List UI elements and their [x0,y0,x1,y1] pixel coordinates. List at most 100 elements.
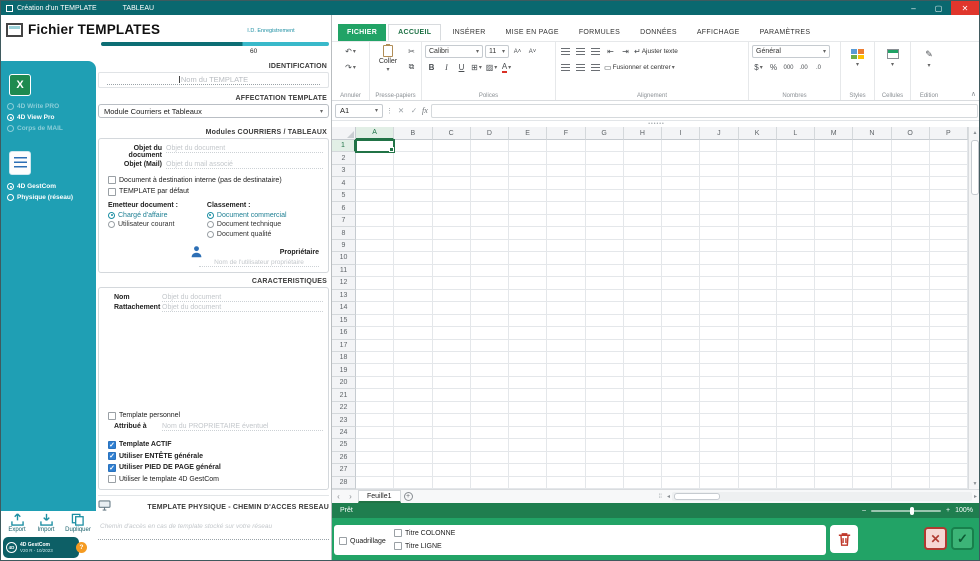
cell-E11[interactable] [509,264,548,278]
menu-tableau[interactable]: TABLEAU [123,5,154,12]
cell-G5[interactable] [585,189,624,203]
cell-H4[interactable] [623,177,662,190]
cell-K13[interactable] [738,289,777,303]
cell-C10[interactable] [432,252,471,265]
cell-L4[interactable] [776,177,815,190]
cell-C24[interactable] [432,426,471,440]
sheet-tab-feuille1[interactable]: Feuille1 [358,490,401,503]
cell-L15[interactable] [776,314,815,328]
column-header-c[interactable]: C [432,127,471,140]
decrease-indent-button[interactable]: ⇤ [604,45,617,58]
column-header-j[interactable]: J [700,127,739,140]
close-button[interactable]: ✕ [951,1,979,15]
cell-K12[interactable] [738,277,777,290]
cell-M17[interactable] [815,339,854,352]
zoom-slider[interactable] [871,506,941,515]
cell-A23[interactable] [356,414,395,427]
cell-H11[interactable] [623,264,662,278]
cell-I24[interactable] [662,426,701,440]
cell-I19[interactable] [662,364,701,377]
cell-O26[interactable] [891,451,930,465]
cell-P9[interactable] [929,239,968,253]
cell-J28[interactable] [700,476,739,490]
cell-G8[interactable] [585,227,624,240]
fill-color-button[interactable]: ▨ ▾ [485,61,498,74]
cell-D5[interactable] [470,189,509,203]
cell-D25[interactable] [470,439,509,452]
italic-button[interactable]: I [440,61,453,74]
row-header-23[interactable]: 23 [332,414,356,427]
cell-A26[interactable] [356,451,395,465]
cell-I3[interactable] [662,164,701,178]
cell-A13[interactable] [356,289,395,303]
copy-button[interactable]: ⧉ [405,60,418,73]
cell-F13[interactable] [547,289,586,303]
cell-B27[interactable] [394,464,433,477]
cell-E6[interactable] [509,202,548,215]
cell-P25[interactable] [929,439,968,452]
cell-F7[interactable] [547,214,586,228]
cell-P26[interactable] [929,451,968,465]
checkbox-pied-de-page[interactable]: ✓ Utiliser PIED DE PAGE général [108,463,323,472]
row-header-4[interactable]: 4 [332,177,356,190]
cell-A14[interactable] [356,302,395,315]
cell-E1[interactable] [509,140,548,153]
cell-D7[interactable] [470,214,509,228]
select-all-corner[interactable] [332,127,356,140]
cell-H28[interactable] [623,476,662,490]
confirm-entry-button[interactable]: ✓ [409,106,419,115]
cell-B18[interactable] [394,351,433,365]
cell-F6[interactable] [547,202,586,215]
cell-C13[interactable] [432,289,471,303]
cell-I21[interactable] [662,389,701,402]
cell-E4[interactable] [509,177,548,190]
cell-D20[interactable] [470,376,509,390]
cell-D27[interactable] [470,464,509,477]
cell-J27[interactable] [700,464,739,477]
cell-A27[interactable] [356,464,395,477]
decrease-decimal-button[interactable]: .0 [812,61,825,74]
cell-E26[interactable] [509,451,548,465]
column-header-b[interactable]: B [394,127,433,140]
cell-D2[interactable] [470,152,509,165]
bold-button[interactable]: B [425,61,438,74]
cell-P22[interactable] [929,401,968,415]
cell-J16[interactable] [700,327,739,340]
cell-G27[interactable] [585,464,624,477]
cell-A22[interactable] [356,401,395,415]
cell-H25[interactable] [623,439,662,452]
cell-P23[interactable] [929,414,968,427]
cell-H3[interactable] [623,164,662,178]
row-header-9[interactable]: 9 [332,239,356,253]
cell-F15[interactable] [547,314,586,328]
cell-D13[interactable] [470,289,509,303]
cell-N28[interactable] [853,476,892,490]
cell-C19[interactable] [432,364,471,377]
cell-E19[interactable] [509,364,548,377]
borders-button[interactable]: ⊞ ▾ [470,61,483,74]
cell-N26[interactable] [853,451,892,465]
cell-B13[interactable] [394,289,433,303]
cell-M6[interactable] [815,202,854,215]
cell-B24[interactable] [394,426,433,440]
cell-K27[interactable] [738,464,777,477]
export-button[interactable]: Export [4,513,30,533]
cell-F8[interactable] [547,227,586,240]
cell-L21[interactable] [776,389,815,402]
cell-O19[interactable] [891,364,930,377]
row-header-12[interactable]: 12 [332,277,356,290]
ribbon-tab-accueil[interactable]: ACCUEIL [388,24,442,41]
cell-A16[interactable] [356,327,395,340]
duplicate-button[interactable]: Dupliquer [62,513,94,533]
checkbox-template-actif[interactable]: ✓ Template ACTIF [108,440,323,449]
row-header-26[interactable]: 26 [332,451,356,465]
cell-A4[interactable] [356,177,395,190]
cell-C8[interactable] [432,227,471,240]
column-header-k[interactable]: K [738,127,777,140]
cell-F9[interactable] [547,239,586,253]
cell-O24[interactable] [891,426,930,440]
grow-font-button[interactable]: A˄ [511,45,524,58]
align-bottom-button[interactable] [589,45,602,58]
cell-C22[interactable] [432,401,471,415]
cell-K17[interactable] [738,339,777,352]
